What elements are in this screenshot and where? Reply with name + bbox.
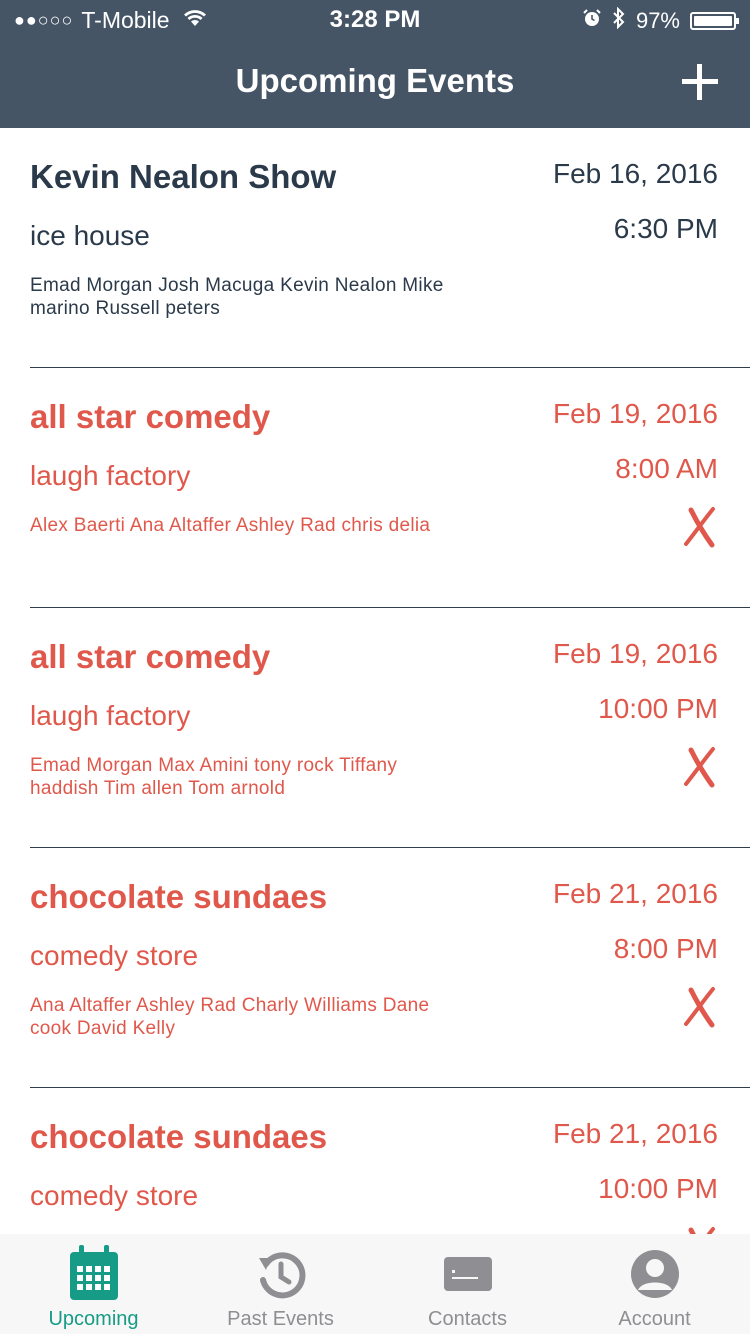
status-bar: ●●○○○ T-Mobile 3:28 PM 97% (0, 0, 750, 40)
event-venue: laugh factory (30, 460, 191, 491)
tab-account[interactable]: Account (561, 1234, 748, 1334)
event-name: all star comedy (30, 638, 271, 675)
tab-label: Account (618, 1308, 691, 1330)
event-row[interactable]: chocolate sundaes comedy store Feb 21, 2… (0, 1088, 750, 1234)
history-icon (256, 1250, 306, 1305)
bluetooth-icon (612, 6, 626, 35)
alarm-icon (582, 8, 602, 34)
event-time: 10:00 PM (598, 693, 718, 724)
header-bar: ●●○○○ T-Mobile 3:28 PM 97% Upcoming Even… (0, 0, 750, 128)
tab-contacts[interactable]: Contacts (374, 1234, 561, 1334)
event-venue: ice house (30, 220, 150, 251)
page-title: Upcoming Events (235, 62, 515, 99)
event-date: Feb 16, 2016 (552, 158, 718, 189)
event-performers: Emad Morgan Josh Macuga Kevin Nealon Mik… (30, 275, 444, 319)
event-row[interactable]: Kevin Nealon Show ice house Emad Morgan … (0, 128, 750, 368)
event-date: Feb 19, 2016 (552, 638, 718, 669)
event-date: Feb 19, 2016 (552, 398, 718, 429)
tab-past-events[interactable]: Past Events (187, 1234, 374, 1334)
event-row[interactable]: chocolate sundaes comedy store Ana Altaf… (0, 848, 750, 1088)
events-list[interactable]: Kevin Nealon Show ice house Emad Morgan … (0, 128, 750, 1234)
event-date: Feb 21, 2016 (552, 878, 718, 909)
event-row[interactable]: all star comedy laugh factory Alex Baert… (0, 368, 750, 608)
add-event-button[interactable] (676, 58, 724, 106)
tab-label: Past Events (227, 1308, 334, 1330)
cancelled-x-icon[interactable] (682, 746, 718, 788)
event-venue: laugh factory (30, 700, 191, 731)
event-time: 8:00 PM (613, 933, 718, 964)
event-row[interactable]: all star comedy laugh factory Emad Morga… (0, 608, 750, 848)
event-performers: Emad Morgan Max Amini tony rock Tiffany … (30, 755, 398, 799)
user-icon (629, 1248, 681, 1305)
contact-card-icon (442, 1254, 494, 1299)
battery-percent: 97% (635, 8, 680, 33)
tab-bar: Upcoming Past Events Contacts Account (0, 1234, 750, 1334)
event-name: all star comedy (30, 398, 271, 435)
tab-label: Contacts (428, 1308, 507, 1330)
cancelled-x-icon[interactable] (682, 506, 718, 548)
event-performers: Alex Baerti Ana Altaffer Ashley Rad chri… (30, 515, 431, 536)
event-name: chocolate sundaes (30, 878, 328, 915)
cancelled-x-icon[interactable] (682, 986, 718, 1028)
event-time: 8:00 AM (615, 453, 718, 484)
event-time: 10:00 PM (598, 1173, 718, 1204)
calendar-icon (68, 1244, 120, 1307)
tab-upcoming[interactable]: Upcoming (0, 1234, 187, 1334)
event-venue: comedy store (30, 940, 199, 971)
tab-label: Upcoming (48, 1308, 139, 1330)
cancelled-x-icon[interactable] (682, 1226, 718, 1234)
event-performers: Ana Altaffer Ashley Rad Charly Williams … (30, 995, 430, 1039)
event-name: chocolate sundaes (30, 1118, 328, 1155)
event-date: Feb 21, 2016 (552, 1118, 718, 1149)
event-venue: comedy store (30, 1180, 199, 1211)
event-time: 6:30 PM (613, 213, 718, 244)
event-name: Kevin Nealon Show (30, 158, 337, 195)
plus-icon (682, 64, 718, 100)
battery-icon (690, 12, 739, 30)
